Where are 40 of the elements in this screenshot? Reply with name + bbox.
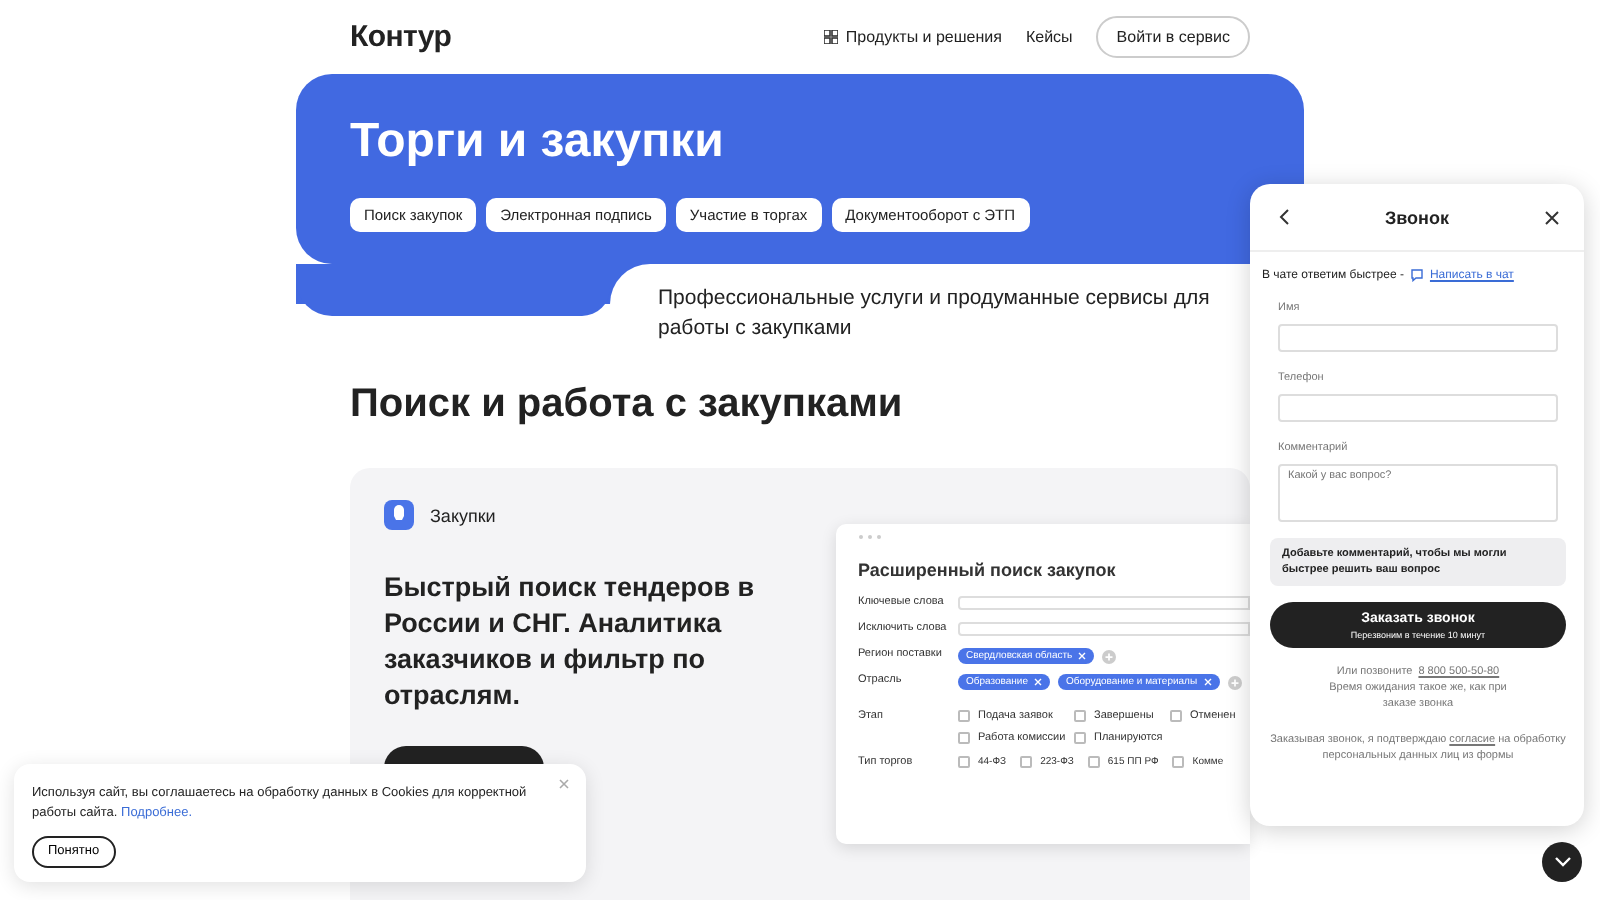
back-button[interactable] bbox=[1278, 208, 1290, 226]
section-title: Поиск и работа с закупками bbox=[350, 382, 905, 428]
checkbox[interactable] bbox=[1087, 756, 1100, 768]
card-headline: Быстрый поиск тендеров в России и СНГ. Аналитика заказчиков и фильтр по отраслям. bbox=[384, 570, 757, 714]
checkbox[interactable] bbox=[1074, 710, 1086, 722]
back-icon bbox=[1278, 208, 1290, 226]
checkbox[interactable] bbox=[1170, 710, 1182, 722]
page-title: Торги и закупки bbox=[350, 114, 726, 170]
close-icon bbox=[558, 778, 570, 790]
logo[interactable]: Контур bbox=[350, 20, 452, 54]
window-dots-icon bbox=[858, 534, 882, 540]
grid-icon bbox=[823, 30, 838, 44]
checkbox[interactable] bbox=[1074, 732, 1086, 744]
add-icon[interactable] bbox=[1227, 675, 1242, 689]
checkbox[interactable] bbox=[958, 710, 970, 722]
nav-link[interactable]: Кейсы bbox=[1025, 28, 1073, 46]
input-field[interactable] bbox=[958, 622, 1250, 636]
input-field[interactable] bbox=[958, 596, 1250, 610]
nav-link[interactable]: Продукты и решения bbox=[823, 28, 1002, 46]
checkbox[interactable] bbox=[1172, 756, 1185, 768]
remove-icon[interactable] bbox=[1203, 678, 1212, 686]
panel-title: Звонок bbox=[1385, 207, 1449, 227]
chevron-down-icon bbox=[1553, 856, 1571, 868]
subtitle: Профессиональные услуги и продуманные сервисы для работы с закупками bbox=[658, 284, 1212, 344]
close-button[interactable] bbox=[1544, 209, 1560, 225]
add-icon[interactable] bbox=[1102, 649, 1117, 663]
checkbox[interactable] bbox=[958, 732, 970, 744]
login-button[interactable]: Войти в сервис bbox=[1096, 16, 1250, 58]
input-field[interactable] bbox=[1278, 394, 1558, 422]
scroll-down-button[interactable] bbox=[1542, 842, 1582, 882]
chat-bubble-icon bbox=[1409, 268, 1424, 282]
product-name: Закупки bbox=[430, 505, 496, 525]
remove-icon[interactable] bbox=[1034, 678, 1042, 686]
input-field[interactable] bbox=[1278, 324, 1558, 352]
close-icon bbox=[1544, 209, 1560, 225]
remove-icon[interactable] bbox=[1078, 652, 1087, 660]
checkbox[interactable] bbox=[958, 756, 970, 768]
checkbox[interactable] bbox=[1020, 756, 1033, 768]
product-icon bbox=[384, 500, 414, 530]
form-title: Расширенный поиск закупок bbox=[858, 560, 1118, 580]
